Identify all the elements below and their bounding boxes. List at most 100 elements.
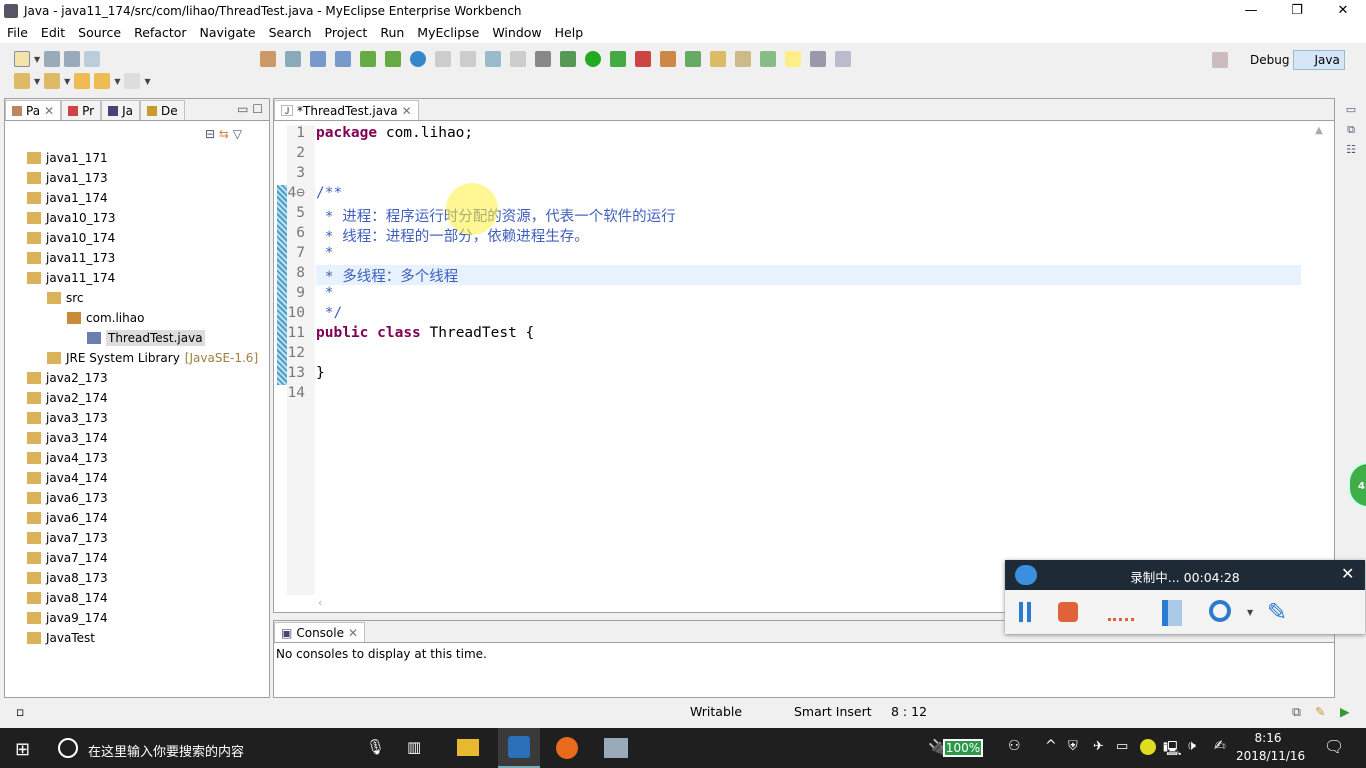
tree-item[interactable]: JRE System Library [JavaSE-1.6] — [47, 348, 258, 368]
save-all-icon[interactable] — [64, 51, 81, 67]
next-annotation-icon[interactable] — [14, 73, 30, 89]
recorder-close-icon[interactable]: ✕ — [1341, 564, 1354, 583]
new-wizard-icon[interactable] — [310, 51, 326, 67]
debug-icon[interactable] — [560, 51, 576, 67]
run-server-icon[interactable] — [385, 51, 401, 67]
menu-window[interactable]: Window — [485, 25, 547, 40]
search-circle-icon[interactable] — [58, 738, 78, 758]
java-perspective[interactable]: Java — [1293, 50, 1345, 70]
fast-view-icon[interactable]: ▫ — [16, 704, 24, 719]
minimize-maximize-icons[interactable]: ▭ ☐ — [231, 102, 269, 120]
external-tools-icon[interactable] — [635, 51, 651, 67]
minimize-button[interactable]: — — [1228, 0, 1274, 22]
vertical-scrollbar[interactable]: ▲ — [1304, 125, 1334, 595]
collapse-all-icon[interactable]: ⊟ — [205, 127, 215, 141]
firefox-icon[interactable] — [556, 737, 578, 759]
file-explorer-icon[interactable] — [457, 739, 479, 756]
tab-console[interactable]: ▣ Console ✕ — [274, 622, 366, 642]
volume-icon[interactable]: 🕩 — [1187, 738, 1196, 754]
link-editor-icon[interactable]: ⇆ — [219, 127, 229, 141]
pilcrow-icon[interactable] — [835, 51, 851, 67]
tree-item[interactable]: src — [47, 288, 84, 308]
tab-ja[interactable]: Ja — [101, 100, 140, 120]
menu-search[interactable]: Search — [262, 25, 318, 40]
project-item[interactable]: java3_174 — [27, 428, 108, 448]
web-20-icon[interactable] — [285, 51, 301, 67]
battery-icon[interactable]: ▭ — [1116, 739, 1128, 754]
project-item[interactable]: java6_174 — [27, 508, 108, 528]
pin-tool-icon[interactable] — [1162, 600, 1182, 626]
pen-icon[interactable]: ✎ — [1315, 704, 1325, 719]
highlight-icon[interactable] — [785, 51, 801, 67]
code-area[interactable]: 1 package com.lihao; 2 3 4⊖/** 5 * 进程：程序运行时分配… — [274, 125, 1304, 595]
webcam-dropdown-icon[interactable]: ▼ — [1247, 608, 1253, 617]
network-app-icon[interactable]: ✈ — [1093, 739, 1104, 754]
project-item[interactable]: java1_174 — [27, 188, 108, 208]
run-icon[interactable]: ▶ — [1340, 704, 1350, 719]
menu-file[interactable]: File — [0, 25, 34, 40]
project-item[interactable]: java2_173 — [27, 368, 108, 388]
tab-pa[interactable]: Pa ✕ — [5, 100, 62, 120]
project-item[interactable]: java1_173 — [27, 168, 108, 188]
line-tool-icon[interactable] — [1108, 618, 1134, 621]
project-item[interactable]: java10_174 — [27, 228, 115, 248]
menu-help[interactable]: Help — [548, 25, 590, 40]
project-item[interactable]: java7_174 — [27, 548, 108, 568]
microphone-icon[interactable]: 🎙 — [366, 738, 385, 756]
back-icon[interactable] — [94, 73, 111, 89]
clock-date[interactable]: 2018/11/16 — [1236, 749, 1305, 763]
close-tab-icon[interactable]: ✕ — [44, 104, 54, 118]
chevron-up-icon[interactable]: ^ — [1045, 738, 1057, 754]
myeclipse-taskbar-icon[interactable] — [498, 728, 540, 768]
menu-myeclipse[interactable]: MyEclipse — [410, 25, 485, 40]
project-item[interactable]: Java10_173 — [27, 208, 116, 228]
webcam-add-icon[interactable] — [1209, 600, 1231, 622]
open-perspective-icon[interactable] — [1212, 52, 1228, 68]
refresh-icon[interactable] — [685, 51, 701, 67]
annotation-icon[interactable] — [760, 51, 776, 67]
project-item[interactable]: java7_173 — [27, 528, 108, 548]
close-tab-icon[interactable]: ✕ — [402, 104, 412, 118]
last-edit-icon[interactable] — [74, 73, 91, 89]
project-item[interactable]: java1_171 — [27, 148, 108, 168]
save-icon[interactable] — [44, 51, 61, 67]
project-item[interactable]: java4_174 — [27, 468, 108, 488]
menu-refactor[interactable]: Refactor — [127, 25, 192, 40]
project-item[interactable]: java3_173 — [27, 408, 108, 428]
task-view-icon[interactable]: ▥ — [407, 738, 421, 756]
menu-run[interactable]: Run — [373, 25, 410, 40]
close-tab-icon[interactable]: ✕ — [348, 626, 358, 640]
people-icon[interactable]: ⚇ — [1008, 738, 1021, 754]
floating-badge[interactable]: 45 — [1348, 462, 1366, 508]
prev-annotation-icon[interactable] — [44, 73, 61, 89]
minimize-icon[interactable]: ▭ — [1340, 100, 1362, 120]
clock-time[interactable]: 8:16 — [1236, 731, 1300, 745]
taskbar-search[interactable]: 在这里输入你要搜索的内容 — [88, 741, 244, 760]
tree-item[interactable]: com.lihao — [67, 308, 144, 328]
battery-indicator[interactable]: 100% — [943, 739, 983, 757]
app-icon[interactable] — [604, 738, 628, 758]
project-item[interactable]: java6_173 — [27, 488, 108, 508]
menu-edit[interactable]: Edit — [34, 25, 71, 40]
shield-icon[interactable]: ⛨ — [1068, 739, 1078, 754]
tree-item[interactable]: ThreadTest.java — [87, 328, 205, 348]
maximize-button[interactable]: ❐ — [1274, 0, 1320, 22]
project-item[interactable]: JavaTest — [27, 628, 95, 648]
tab-pr[interactable]: Pr — [61, 100, 102, 120]
block-icon[interactable] — [810, 51, 826, 67]
deploy-icon[interactable] — [360, 51, 376, 67]
project-item[interactable]: java2_174 — [27, 388, 108, 408]
browser-icon[interactable] — [410, 51, 426, 67]
project-item[interactable]: java8_173 — [27, 568, 108, 588]
new-icon[interactable] — [14, 51, 30, 67]
tab-threadtest-java[interactable]: 🄹 *ThreadTest.java ✕ — [274, 100, 419, 120]
search-icon[interactable] — [735, 51, 751, 67]
report-icon[interactable] — [485, 51, 501, 67]
project-item[interactable]: java8_174 — [27, 588, 108, 608]
outline-icon[interactable]: ☷ — [1340, 140, 1362, 160]
run-icon[interactable] — [585, 51, 601, 67]
project-item[interactable]: java11_174 — [27, 268, 115, 288]
print-icon[interactable] — [84, 51, 101, 67]
restore-icon[interactable]: ⧉ — [1340, 120, 1362, 140]
menu-project[interactable]: Project — [318, 25, 374, 40]
